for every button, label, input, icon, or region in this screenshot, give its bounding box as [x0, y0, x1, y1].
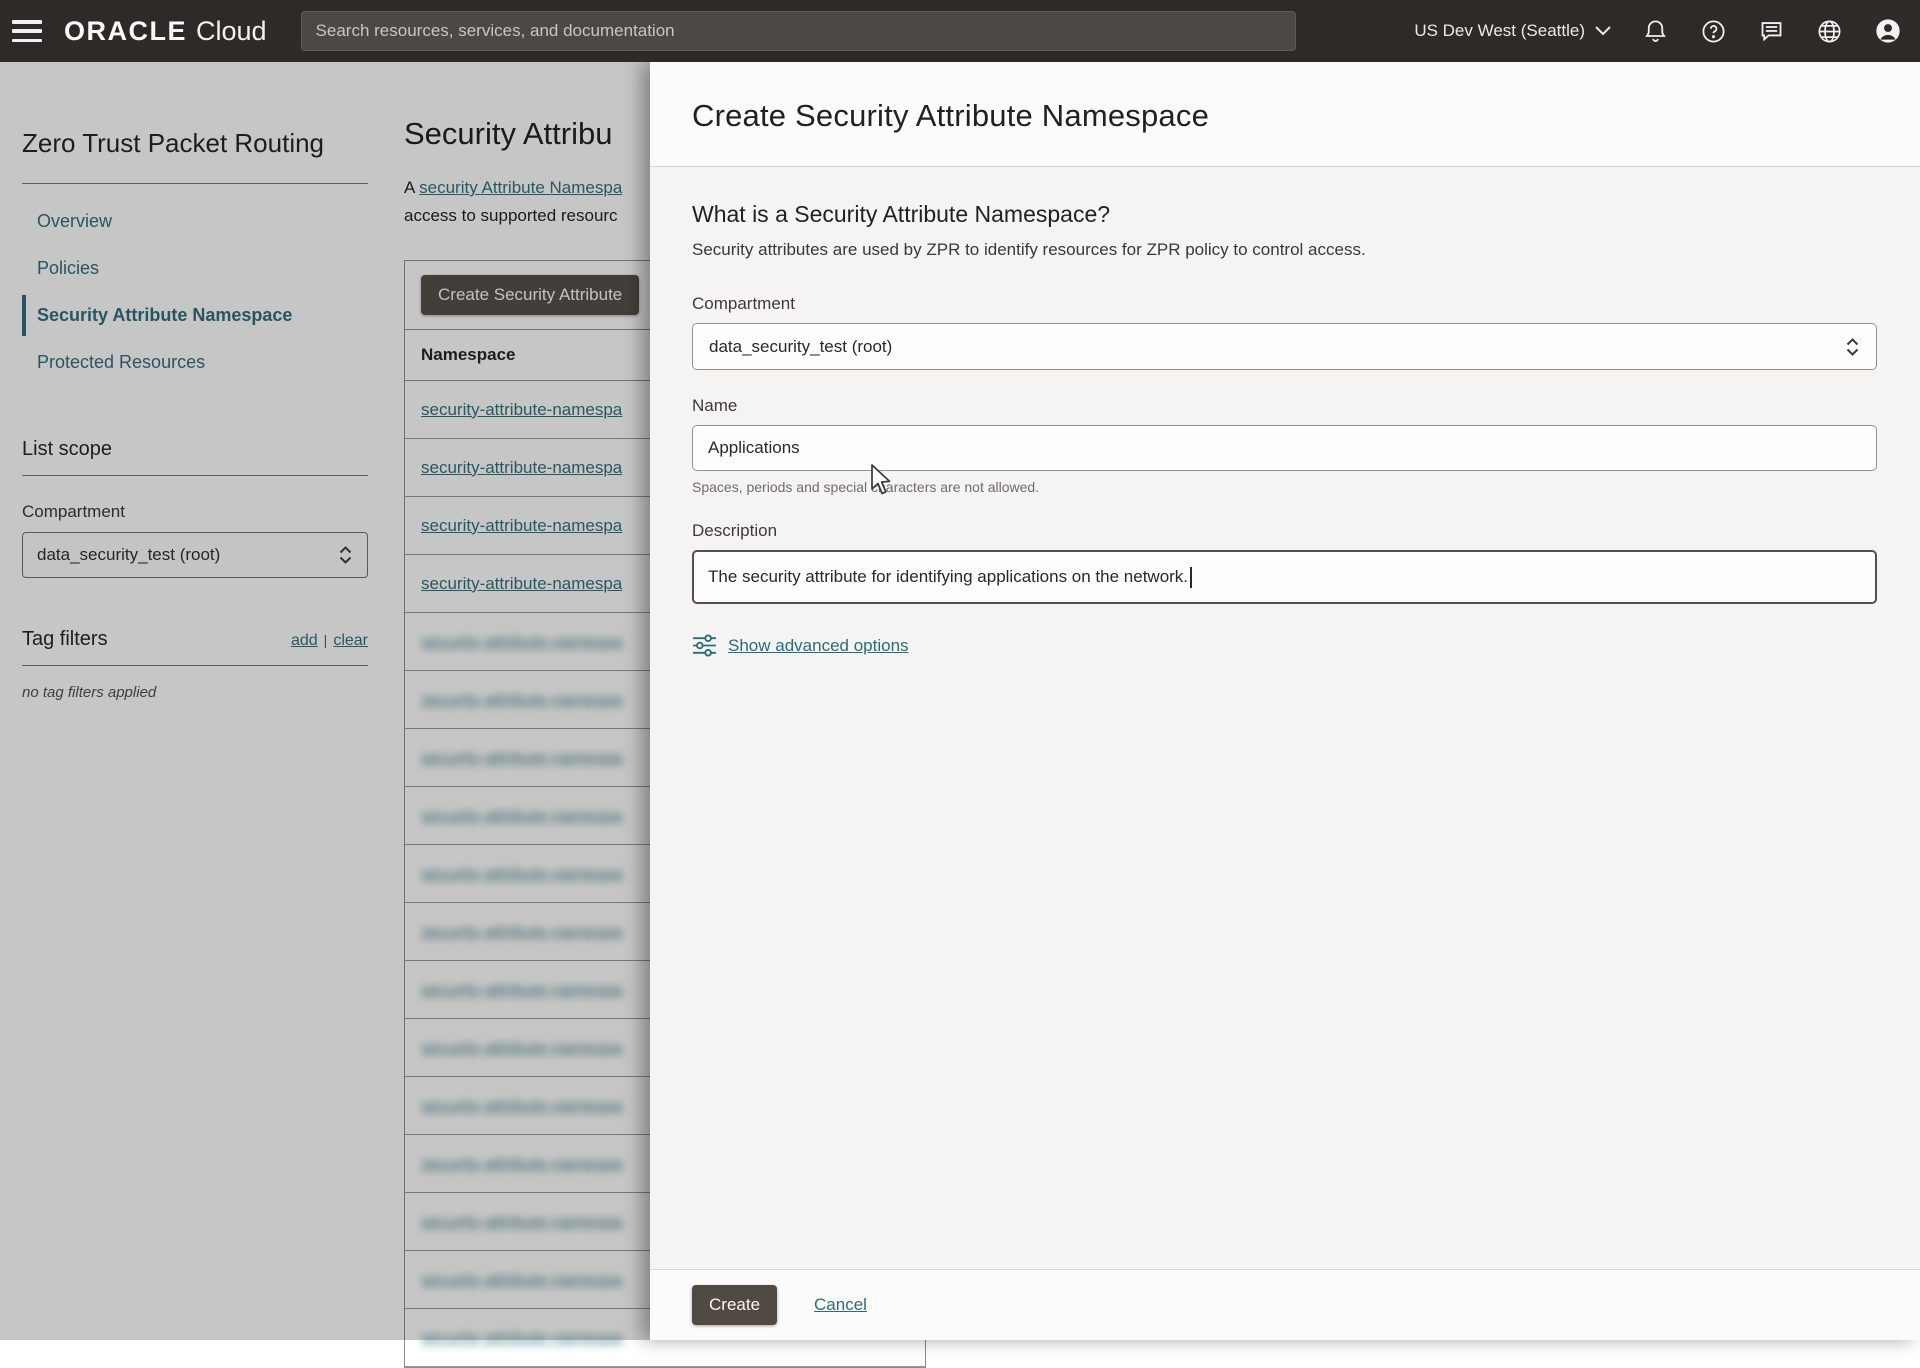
description-input[interactable]: The security attribute for identifying a…	[692, 550, 1877, 604]
drawer-body: What is a Security Attribute Namespace? …	[650, 167, 1920, 1269]
intro-prefix: A	[404, 178, 419, 197]
advanced-options-row: Show advanced options	[692, 634, 1877, 657]
text-caret	[1190, 567, 1192, 588]
cancel-link[interactable]: Cancel	[814, 1295, 867, 1315]
namespace-link: security-attribute-namespa	[421, 1270, 622, 1290]
tag-link-separator: |	[324, 632, 328, 648]
description-field-label: Description	[692, 521, 1877, 541]
sidebar-item-policies[interactable]: Policies	[22, 245, 368, 292]
divider	[22, 475, 368, 476]
list-scope-title: List scope	[22, 438, 368, 461]
question-body: Security attributes are used by ZPR to i…	[692, 240, 1877, 260]
chevron-down-icon	[1595, 26, 1611, 36]
question-heading: What is a Security Attribute Namespace?	[692, 201, 1877, 228]
tag-clear-link[interactable]: clear	[333, 632, 368, 649]
name-input[interactable]	[692, 425, 1877, 471]
namespace-link: security-attribute-namespa	[421, 748, 622, 768]
drawer-footer: Create Cancel	[650, 1269, 1920, 1340]
logo-cloud-text: Cloud	[196, 16, 267, 47]
namespace-link[interactable]: security-attribute-namespa	[421, 516, 622, 536]
namespace-link: security-attribute-namespa	[421, 806, 622, 826]
namespace-link: security-attribute-namespa	[421, 1038, 622, 1058]
namespace-link: security-attribute-namespa	[421, 1154, 622, 1174]
sidebar-title: Zero Trust Packet Routing	[22, 128, 368, 159]
show-advanced-options-link[interactable]: Show advanced options	[728, 636, 909, 656]
search-input[interactable]	[301, 11, 1296, 51]
namespace-link: security-attribute-namespa	[421, 1328, 622, 1348]
divider	[22, 183, 368, 184]
notifications-bell-icon[interactable]	[1642, 18, 1669, 45]
create-namespace-drawer: Create Security Attribute Namespace What…	[650, 62, 1920, 1340]
topbar-actions: US Dev West (Seattle)	[1414, 17, 1902, 45]
namespace-link: security-attribute-namespa	[421, 922, 622, 942]
drawer-header: Create Security Attribute Namespace	[650, 62, 1920, 167]
sidebar-nav: Overview Policies Security Attribute Nam…	[22, 198, 368, 386]
namespace-link: security-attribute-namespa	[421, 632, 622, 652]
create-security-attribute-button[interactable]: Create Security Attribute	[421, 275, 639, 315]
oracle-cloud-logo: ORACLE Cloud	[64, 16, 267, 47]
namespace-link: security-attribute-namespa	[421, 1096, 622, 1116]
chevron-updown-icon	[338, 545, 353, 565]
sidebar-item-security-attribute-namespace[interactable]: Security Attribute Namespace	[22, 292, 368, 339]
divider	[22, 665, 368, 666]
intro-line2: access to supported resourc	[404, 206, 618, 225]
namespace-link: security-attribute-namespa	[421, 980, 622, 1000]
hamburger-menu-icon[interactable]	[12, 20, 42, 42]
namespace-doc-link[interactable]: security Attribute Namespa	[419, 178, 622, 197]
name-field-label: Name	[692, 396, 1877, 416]
sliders-icon	[692, 634, 717, 657]
namespace-link[interactable]: security-attribute-namespa	[421, 400, 622, 420]
compartment-select-value: data_security_test (root)	[37, 545, 220, 565]
tag-add-link[interactable]: add	[291, 632, 318, 649]
namespace-link[interactable]: security-attribute-namespa	[421, 574, 622, 594]
namespace-link: security-attribute-namespa	[421, 1212, 622, 1232]
globe-icon[interactable]	[1816, 18, 1843, 45]
logo-oracle-text: ORACLE	[64, 16, 187, 47]
region-selector[interactable]: US Dev West (Seattle)	[1414, 21, 1611, 41]
drawer-compartment-select[interactable]: data_security_test (root)	[692, 323, 1877, 370]
drawer-compartment-value: data_security_test (root)	[709, 337, 892, 357]
user-avatar-icon[interactable]	[1874, 17, 1902, 45]
description-value: The security attribute for identifying a…	[708, 567, 1188, 587]
sidebar-item-overview[interactable]: Overview	[22, 198, 368, 245]
compartment-label: Compartment	[22, 502, 368, 522]
create-button[interactable]: Create	[692, 1285, 777, 1325]
region-label: US Dev West (Seattle)	[1414, 21, 1585, 41]
topbar: ORACLE Cloud US Dev West (Seattle)	[0, 0, 1920, 62]
chevron-updown-icon	[1845, 337, 1860, 357]
drawer-title: Create Security Attribute Namespace	[692, 98, 1878, 134]
tag-filters-title: Tag filters	[22, 628, 108, 651]
compartment-select[interactable]: data_security_test (root)	[22, 532, 368, 578]
compartment-field-label: Compartment	[692, 294, 1877, 314]
namespace-link: security-attribute-namespa	[421, 690, 622, 710]
feedback-chat-icon[interactable]	[1758, 18, 1785, 45]
sidebar: Zero Trust Packet Routing Overview Polic…	[0, 62, 390, 1340]
namespace-link[interactable]: security-attribute-namespa	[421, 458, 622, 478]
no-tag-filters-text: no tag filters applied	[22, 684, 368, 701]
name-helper-text: Spaces, periods and special characters a…	[692, 479, 1877, 495]
namespace-link: security-attribute-namespa	[421, 864, 622, 884]
sidebar-item-protected-resources[interactable]: Protected Resources	[22, 339, 368, 386]
help-icon[interactable]	[1700, 18, 1727, 45]
